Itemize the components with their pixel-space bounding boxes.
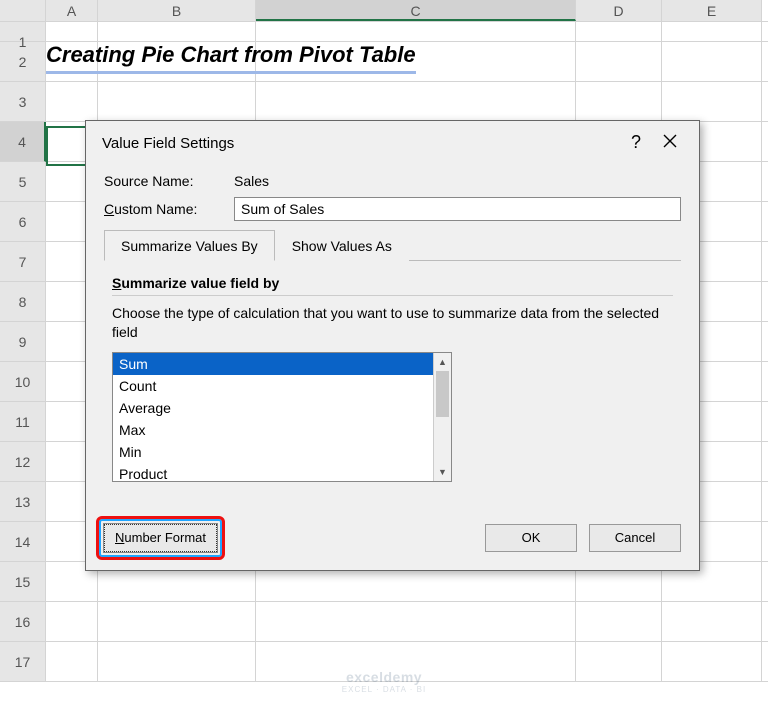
help-button[interactable]: ? — [619, 129, 653, 157]
row-header-1[interactable]: 1 — [0, 22, 46, 42]
col-header-D[interactable]: D — [576, 0, 662, 21]
tab-strip: Summarize Values By Show Values As — [104, 229, 681, 261]
value-field-settings-dialog: Value Field Settings ? Source Name: Sale… — [85, 120, 700, 571]
scroll-up-icon[interactable]: ▲ — [434, 353, 451, 371]
dialog-title: Value Field Settings — [102, 135, 619, 152]
sheet-title: Creating Pie Chart from Pivot Table — [46, 42, 416, 74]
scroll-thumb[interactable] — [436, 371, 449, 417]
list-item-max[interactable]: Max — [113, 419, 433, 441]
row-header-13[interactable]: 13 — [0, 482, 46, 522]
row-header-6[interactable]: 6 — [0, 202, 46, 242]
cancel-button[interactable]: Cancel — [589, 524, 681, 552]
row-headers: 1 2 3 4 5 6 7 8 9 10 11 12 13 14 15 16 1… — [0, 22, 46, 682]
panel-description: Choose the type of calculation that you … — [112, 304, 673, 342]
calc-listbox[interactable]: Sum Count Average Max Min Product ▲ ▼ — [112, 352, 452, 482]
list-item-min[interactable]: Min — [113, 441, 433, 463]
list-item-product[interactable]: Product — [113, 463, 433, 481]
col-header-E[interactable]: E — [662, 0, 762, 21]
tab-panel-summarize: Summarize value field by Choose the type… — [104, 261, 681, 492]
close-icon — [663, 134, 677, 148]
row-header-3[interactable]: 3 — [0, 82, 46, 122]
row-header-16[interactable]: 16 — [0, 602, 46, 642]
row-header-11[interactable]: 11 — [0, 402, 46, 442]
tab-show-values-as[interactable]: Show Values As — [275, 230, 409, 261]
scroll-down-icon[interactable]: ▼ — [434, 463, 451, 481]
row-header-10[interactable]: 10 — [0, 362, 46, 402]
row-header-5[interactable]: 5 — [0, 162, 46, 202]
custom-name-input[interactable] — [234, 197, 681, 221]
list-item-sum[interactable]: Sum — [113, 353, 433, 375]
row-header-4[interactable]: 4 — [0, 122, 46, 162]
col-header-C[interactable]: C — [256, 0, 576, 21]
col-header-A[interactable]: A — [46, 0, 98, 21]
list-item-count[interactable]: Count — [113, 375, 433, 397]
row-header-15[interactable]: 15 — [0, 562, 46, 602]
row-header-8[interactable]: 8 — [0, 282, 46, 322]
source-name-value: Sales — [234, 173, 681, 189]
custom-name-label: Custom Name: — [104, 201, 234, 217]
row-header-9[interactable]: 9 — [0, 322, 46, 362]
panel-heading: Summarize value field by — [112, 275, 673, 296]
column-headers-row: A B C D E — [0, 0, 768, 22]
row-header-12[interactable]: 12 — [0, 442, 46, 482]
watermark: exceldemy EXCEL · DATA · BI — [342, 669, 426, 694]
listbox-scrollbar[interactable]: ▲ ▼ — [433, 353, 451, 481]
select-all-corner[interactable] — [0, 0, 46, 21]
tab-summarize-values-by[interactable]: Summarize Values By — [104, 230, 275, 261]
watermark-brand: exceldemy — [342, 669, 426, 685]
list-item-average[interactable]: Average — [113, 397, 433, 419]
col-header-B[interactable]: B — [98, 0, 256, 21]
ok-button[interactable]: OK — [485, 524, 577, 552]
dialog-button-row: Number Format OK Cancel — [86, 508, 699, 570]
row-header-14[interactable]: 14 — [0, 522, 46, 562]
row-header-7[interactable]: 7 — [0, 242, 46, 282]
dialog-titlebar: Value Field Settings ? — [86, 121, 699, 165]
row-header-17[interactable]: 17 — [0, 642, 46, 682]
row-header-2[interactable]: 2 — [0, 42, 46, 82]
close-button[interactable] — [653, 129, 687, 157]
number-format-button[interactable]: Number Format — [104, 524, 217, 552]
source-name-label: Source Name: — [104, 173, 234, 189]
watermark-tagline: EXCEL · DATA · BI — [342, 685, 426, 694]
